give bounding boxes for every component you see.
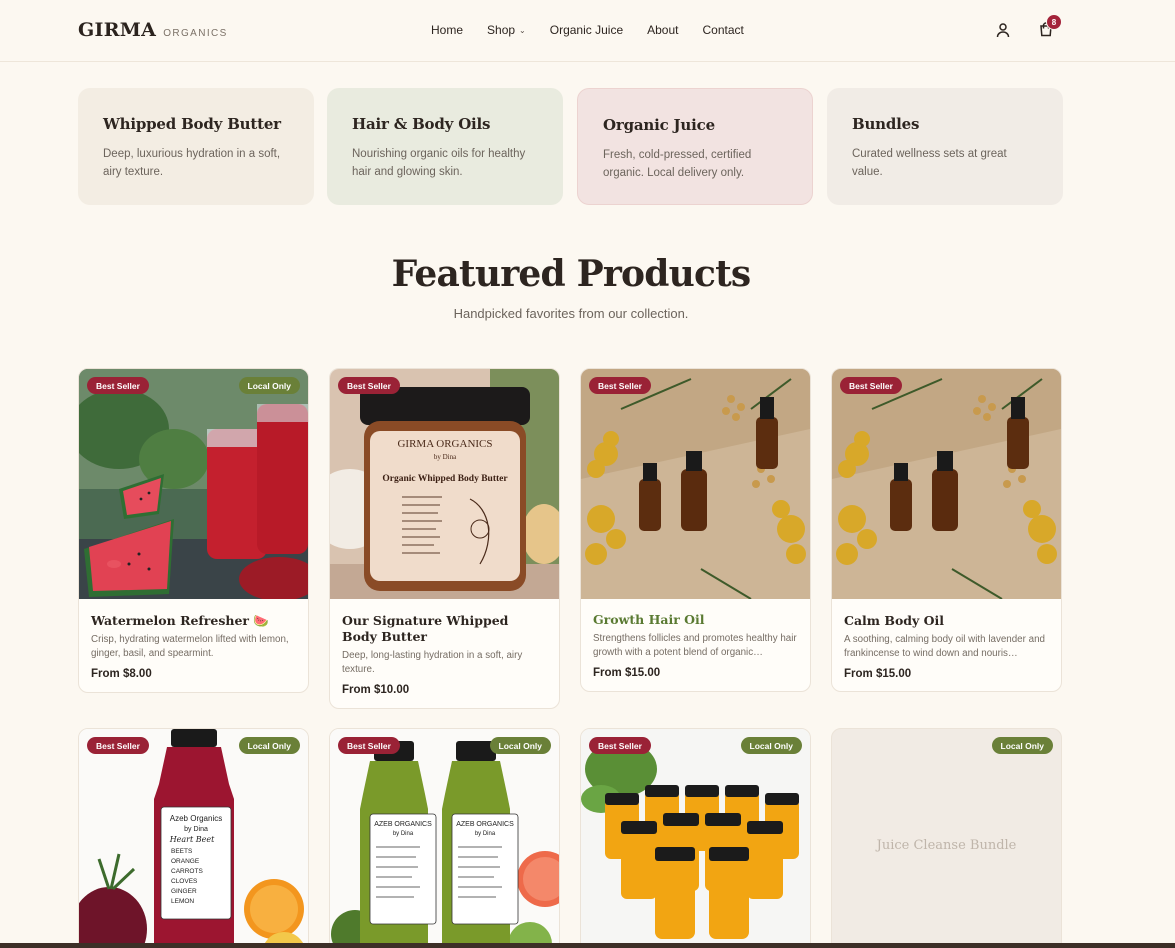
label-by-text: by Dina	[475, 831, 496, 837]
product-card-wellness-shots[interactable]: Best Seller Local Only	[580, 728, 811, 948]
product-price: From $15.00	[593, 667, 661, 679]
best-seller-badge: Best Seller	[87, 377, 149, 394]
user-icon[interactable]	[995, 22, 1011, 38]
label-brand-text: Azeb Organics	[170, 814, 222, 823]
product-price: From $10.00	[342, 684, 410, 696]
category-card-body-butter[interactable]: Whipped Body Butter Deep, luxurious hydr…	[78, 88, 314, 205]
category-desc: Curated wellness sets at great value.	[852, 148, 1007, 178]
product-image[interactable]: GIRMA ORGANICS by Dina Organic Whipped B…	[330, 369, 559, 599]
product-card-growth-hair-oil[interactable]: Best Seller Growth Hair Oil Strengthens …	[580, 368, 811, 692]
jar-by-text: by Dina	[434, 453, 457, 461]
best-seller-badge: Best Seller	[840, 377, 902, 394]
site-header: GIRMA ORGANICS Home Shop ⌄ Organic Juice…	[0, 0, 1175, 62]
product-description: Strengthens follicles and promotes healt…	[593, 633, 797, 658]
nav-contact[interactable]: Contact	[702, 23, 743, 37]
local-only-badge: Local Only	[740, 737, 802, 754]
main-nav: Home Shop ⌄ Organic Juice About Contact	[431, 23, 768, 37]
product-image[interactable]: AZEB ORGANICS by Dina AZEB ORGANICS by D…	[330, 729, 559, 948]
label-ingredient: GINGER	[171, 888, 197, 895]
label-ingredient: ORANGE	[171, 858, 200, 865]
label-by-text: by Dina	[393, 831, 414, 837]
logo-wordmark: GIRMA	[78, 19, 157, 41]
category-title: Bundles	[852, 115, 920, 133]
window-bottom-edge	[0, 943, 1175, 948]
product-image[interactable]: Azeb Organics by Dina Heart Beet BEETS O…	[79, 729, 308, 948]
product-name[interactable]: Calm Body Oil	[844, 613, 1049, 629]
product-image[interactable]	[79, 369, 308, 599]
featured-subtitle: Handpicked favorites from our collection…	[453, 306, 689, 321]
best-seller-badge: Best Seller	[589, 737, 651, 754]
nav-about[interactable]: About	[647, 23, 678, 37]
nav-shop-label: Shop	[487, 23, 516, 37]
product-price: From $8.00	[91, 668, 152, 680]
nav-organic-juice[interactable]: Organic Juice	[550, 23, 623, 37]
category-title: Whipped Body Butter	[103, 115, 281, 133]
category-desc: Nourishing organic oils for healthy hair…	[352, 148, 526, 178]
best-seller-badge: Best Seller	[338, 737, 400, 754]
product-name[interactable]: Growth Hair Oil	[593, 612, 798, 628]
jar-title-text: Organic Whipped Body Butter	[382, 474, 508, 484]
label-brand-text: AZEB ORGANICS	[456, 821, 514, 828]
category-card-bundles[interactable]: Bundles Curated wellness sets at great v…	[827, 88, 1063, 205]
label-ingredient: BEETS	[171, 848, 193, 855]
cart-count-badge: 8	[1046, 14, 1062, 30]
logo[interactable]: GIRMA ORGANICS	[78, 19, 228, 41]
category-card-oils[interactable]: Hair & Body Oils Nourishing organic oils…	[327, 88, 563, 205]
jar-brand-text: GIRMA ORGANICS	[397, 438, 492, 450]
nav-shop[interactable]: Shop ⌄	[487, 23, 526, 37]
product-image[interactable]	[832, 369, 1061, 599]
nav-home[interactable]: Home	[431, 23, 463, 37]
category-title: Organic Juice	[603, 116, 715, 134]
product-description: Crisp, hydrating watermelon lifted with …	[91, 634, 289, 659]
chevron-down-icon: ⌄	[519, 25, 526, 35]
product-name[interactable]: Our Signature Whipped Body Butter	[342, 613, 547, 645]
local-only-badge: Local Only	[489, 737, 551, 754]
product-description: A soothing, calming body oil with lavend…	[844, 634, 1045, 659]
product-card-whipped-body-butter[interactable]: GIRMA ORGANICS by Dina Organic Whipped B…	[329, 368, 560, 709]
product-description: Deep, long-lasting hydration in a soft, …	[342, 650, 523, 675]
label-ingredient: CARROTS	[171, 868, 203, 875]
local-only-badge: Local Only	[238, 737, 300, 754]
label-ingredient: LEMON	[171, 898, 194, 905]
product-image[interactable]	[581, 369, 810, 599]
best-seller-badge: Best Seller	[338, 377, 400, 394]
label-name-text: Heart Beet	[169, 835, 215, 844]
product-card-calm-body-oil[interactable]: Best Seller Calm Body Oil A soothing, ca…	[831, 368, 1062, 692]
product-card-juice-cleanse-bundle[interactable]: Juice Cleanse Bundle Local Only	[831, 728, 1062, 948]
category-desc: Fresh, cold-pressed, certified organic. …	[603, 149, 752, 179]
logo-tagline: ORGANICS	[163, 28, 228, 39]
local-only-badge: Local Only	[238, 377, 300, 394]
local-only-badge: Local Only	[991, 737, 1053, 754]
product-card-green-juice[interactable]: AZEB ORGANICS by Dina AZEB ORGANICS by D…	[329, 728, 560, 948]
category-card-juice[interactable]: Organic Juice Fresh, cold-pressed, certi…	[577, 88, 813, 205]
product-card-heart-beet[interactable]: Azeb Organics by Dina Heart Beet BEETS O…	[78, 728, 309, 948]
best-seller-badge: Best Seller	[87, 737, 149, 754]
best-seller-badge: Best Seller	[589, 377, 651, 394]
category-title: Hair & Body Oils	[352, 115, 491, 133]
placeholder-title: Juice Cleanse Bundle	[876, 837, 1017, 853]
product-image-placeholder[interactable]: Juice Cleanse Bundle	[832, 729, 1061, 948]
product-card-watermelon-refresher[interactable]: Best Seller Local Only Watermelon Refres…	[78, 368, 309, 693]
label-brand-text: AZEB ORGANICS	[374, 821, 432, 828]
category-desc: Deep, luxurious hydration in a soft, air…	[103, 148, 281, 178]
product-price: From $15.00	[844, 668, 912, 680]
featured-title: Featured Products	[391, 253, 752, 295]
label-by-text: by Dina	[184, 826, 208, 833]
product-name[interactable]: Watermelon Refresher 🍉	[91, 613, 296, 629]
product-image[interactable]	[581, 729, 810, 948]
label-ingredient: CLOVES	[171, 878, 198, 885]
